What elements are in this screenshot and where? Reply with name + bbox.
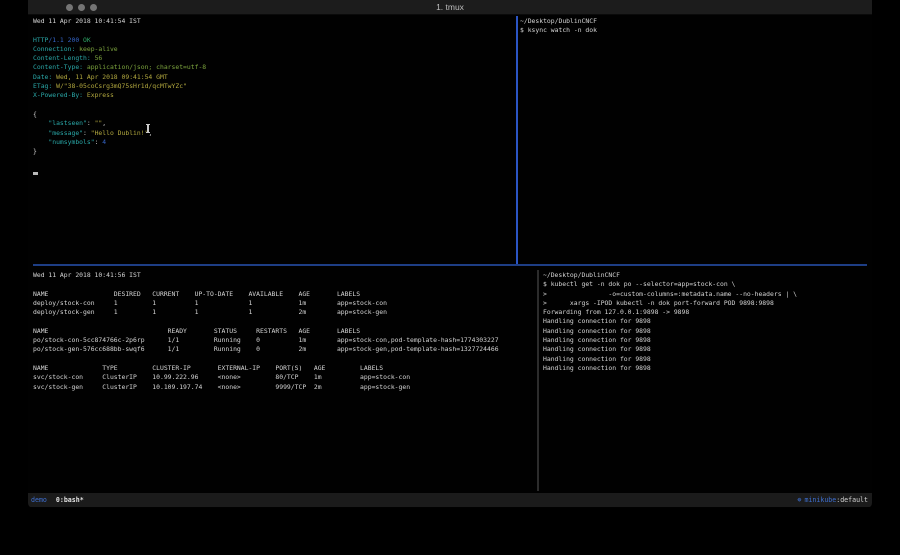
pane-http-response[interactable]: Wed 11 Apr 2018 10:41:54 IST HTTP/1.1 20…	[28, 14, 516, 264]
response-header: X-Powered-By:Express	[33, 91, 516, 100]
kube-context: minikube	[801, 496, 836, 504]
response-header: Date:Wed, 11 Apr 2018 09:41:54 GMT	[33, 73, 516, 82]
response-header: Content-Length:56	[33, 54, 516, 63]
status-left: demo0:bash*	[31, 493, 84, 507]
status-right: ☸minikube:default	[797, 493, 868, 507]
active-pane-divider-vertical	[516, 16, 518, 264]
json-entry: "numsymbols": 4	[33, 138, 516, 147]
terminal-output: ~/Desktop/DublinCNCF $ kubectl get -n do…	[543, 271, 872, 373]
deployments-table: NAME DESIRED CURRENT UP-TO-DATE AVAILABL…	[33, 290, 537, 318]
pane-kubectl-resources[interactable]: Wed 11 Apr 2018 10:41:56 IST NAME DESIRE…	[28, 267, 537, 493]
response-header: Connection:keep-alive	[33, 45, 516, 54]
pods-table: NAME READY STATUS RESTARTS AGE LABELS po…	[33, 327, 537, 355]
window-title: 1. tmux	[28, 0, 872, 14]
json-close-brace: }	[33, 147, 516, 156]
services-table: NAME TYPE CLUSTER-IP EXTERNAL-IP PORT(S)…	[33, 364, 537, 392]
mouse-text-cursor-icon	[147, 124, 149, 133]
session-name: demo	[31, 496, 47, 504]
http-reason: OK	[79, 36, 91, 44]
terminal-cursor	[33, 172, 38, 175]
json-entry: "lastseen": "",	[33, 119, 516, 128]
window-titlebar[interactable]: 1. tmux	[28, 0, 872, 15]
inactive-pane-divider-vertical	[537, 270, 539, 491]
http-protocol: HTTP	[33, 36, 48, 44]
active-pane-divider-horizontal	[33, 264, 867, 266]
response-header: Content-Type:application/json; charset=u…	[33, 63, 516, 72]
json-entry: "message": "Hello Dublin!",	[33, 129, 516, 138]
tmux-status-bar: demo0:bash* ☸minikube:default	[28, 493, 872, 507]
json-open-brace: {	[33, 110, 516, 119]
http-status-line: HTTP/1.1 200OK	[33, 36, 516, 45]
timestamp-line: Wed 11 Apr 2018 10:41:56 IST	[33, 271, 537, 280]
pane-ksync-watch[interactable]: ~/Desktop/DublinCNCF $ ksync watch -n do…	[520, 14, 872, 264]
terminal-window: 1. tmux Wed 11 Apr 2018 10:41:54 IST HTT…	[28, 0, 872, 508]
http-version-code: /1.1 200	[48, 36, 79, 44]
pane-port-forward[interactable]: ~/Desktop/DublinCNCF $ kubectl get -n do…	[543, 267, 872, 493]
timestamp-line: Wed 11 Apr 2018 10:41:54 IST	[33, 17, 516, 26]
window-label: 0:bash*	[47, 496, 84, 504]
kube-namespace: :default	[836, 496, 868, 504]
terminal-output: ~/Desktop/DublinCNCF $ ksync watch -n do…	[520, 17, 872, 36]
response-header: ETag:W/"38-05coCsrg3mQ75sHr1d/qcMTwYZc"	[33, 82, 516, 91]
